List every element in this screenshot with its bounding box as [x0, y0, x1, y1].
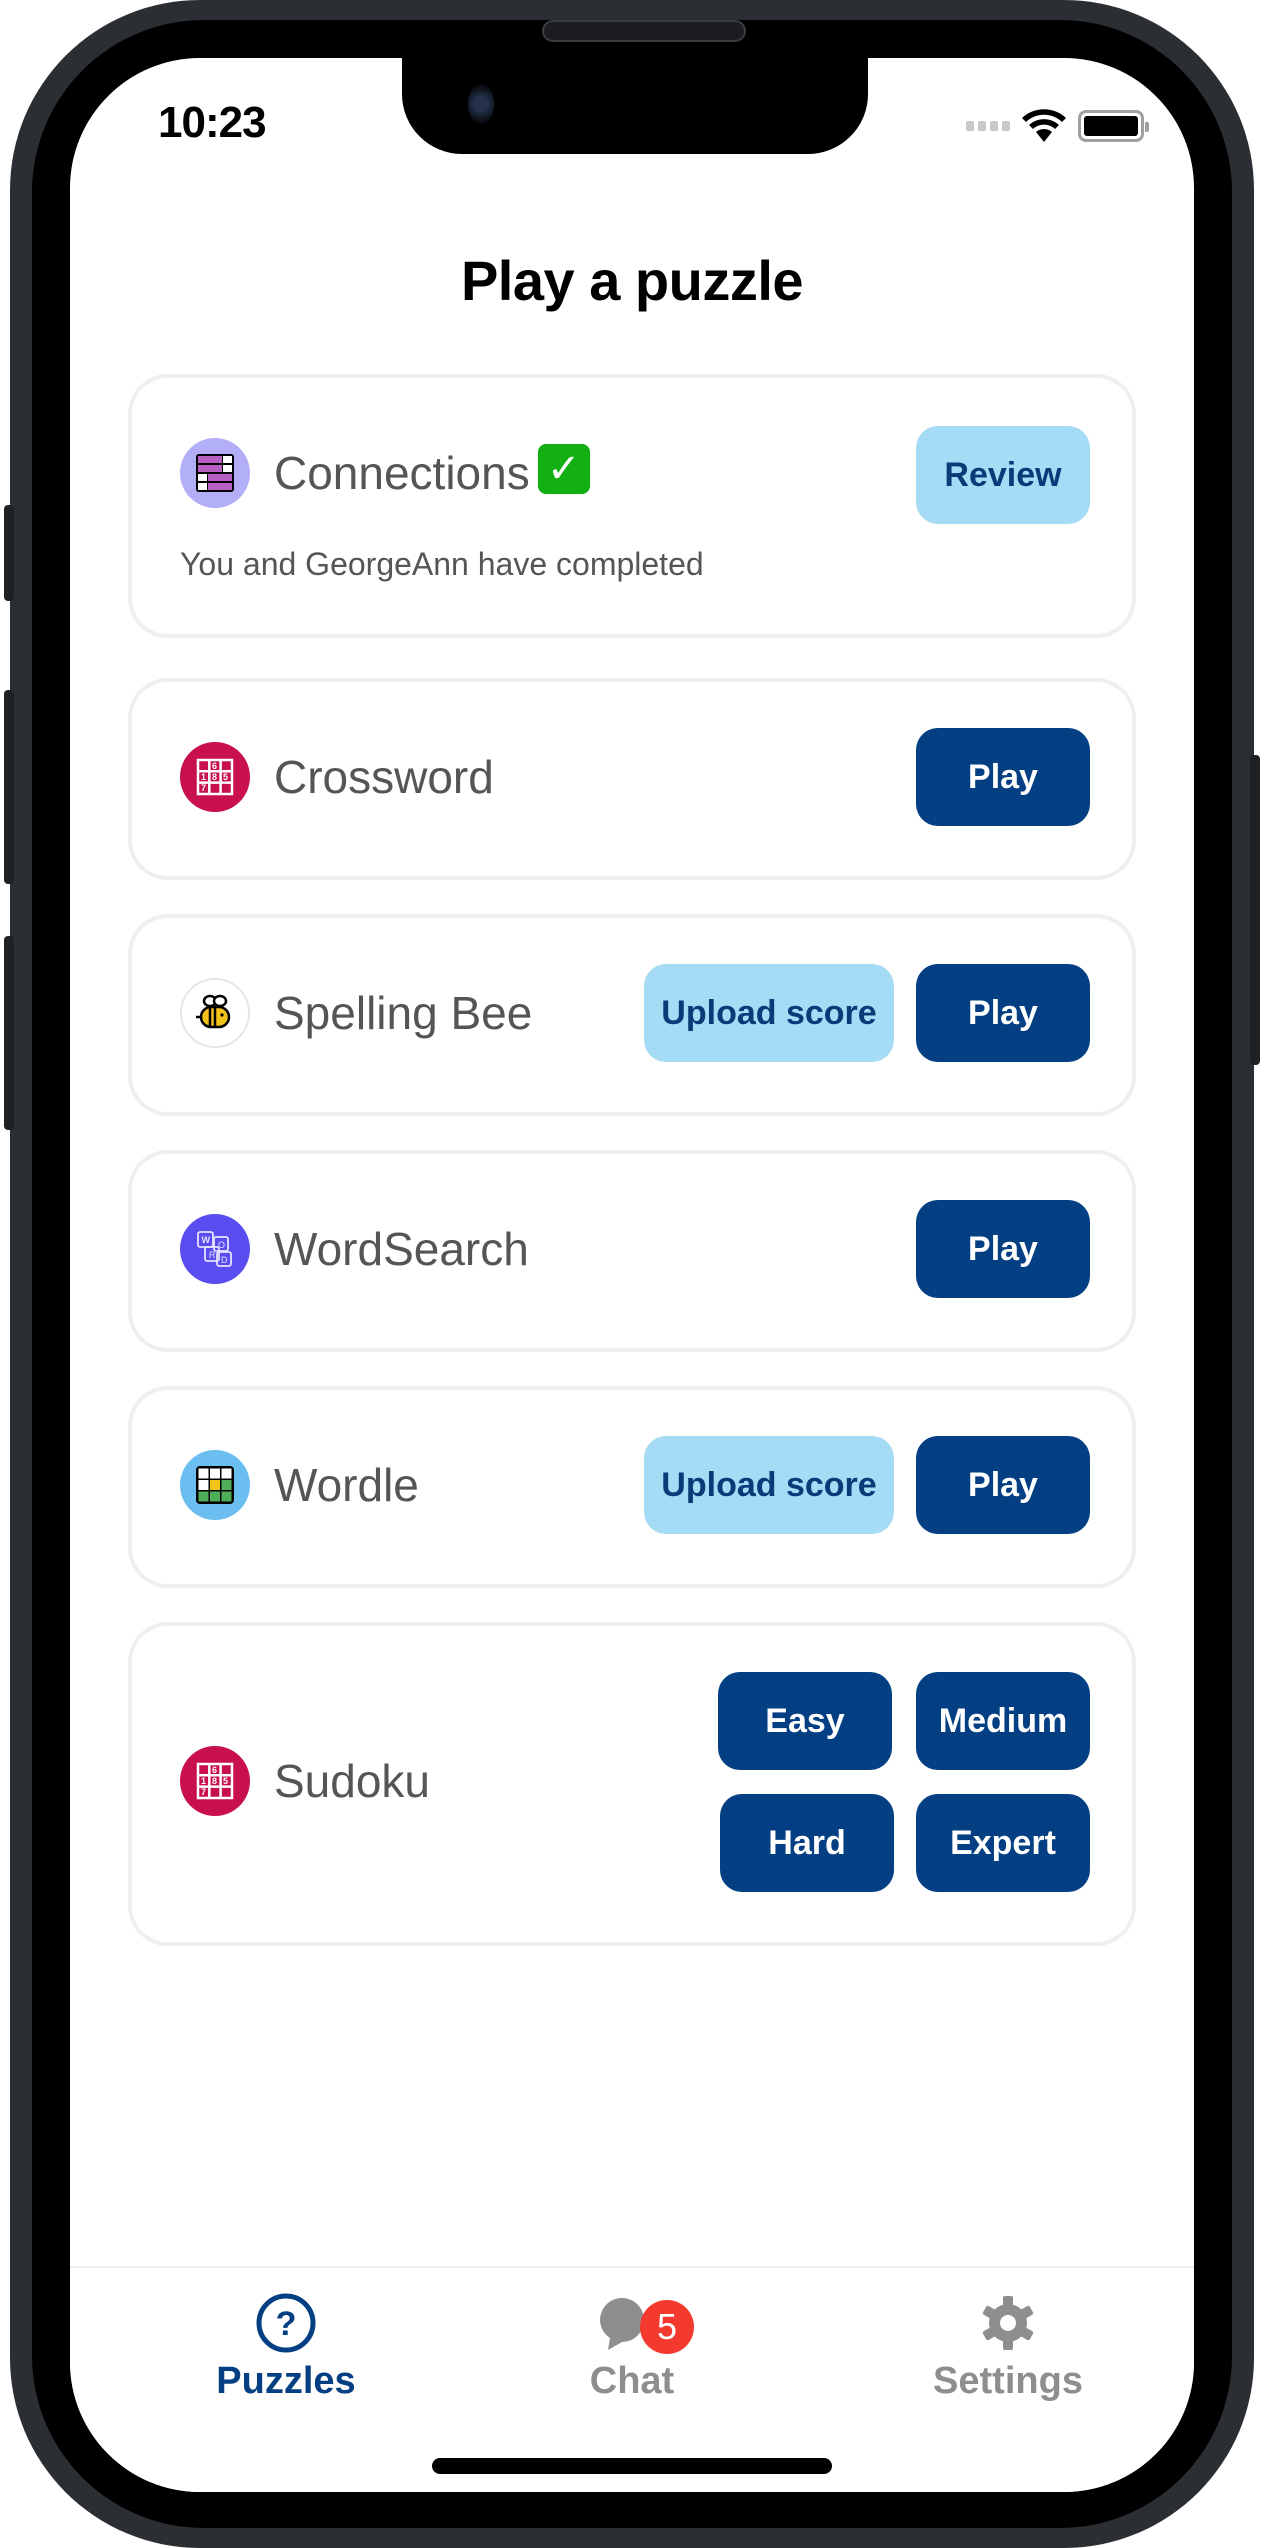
play-button[interactable]: Play: [916, 728, 1090, 826]
svg-text:O: O: [218, 1240, 225, 1250]
puzzle-card-connections: Connections ✓ You and GeorgeAnn have com…: [128, 374, 1136, 638]
puzzle-card-spelling-bee: Spelling Bee Upload score Play: [128, 914, 1136, 1116]
medium-button[interactable]: Medium: [916, 1672, 1090, 1770]
tab-label: Puzzles: [216, 2360, 356, 2402]
puzzle-name: WordSearch: [274, 1223, 529, 1275]
volume-down-button: [4, 936, 14, 1130]
completion-status: You and GeorgeAnn have completed: [180, 546, 704, 582]
unread-badge: 5: [640, 2300, 694, 2354]
screen: 10:23 Play a puzzle Connections ✓ You an…: [70, 58, 1194, 2492]
upload-score-button[interactable]: Upload score: [644, 1436, 894, 1534]
mute-switch: [4, 505, 14, 601]
status-time: 10:23: [158, 98, 267, 147]
play-button[interactable]: Play: [916, 1200, 1090, 1298]
tab-label: Settings: [933, 2360, 1083, 2402]
sudoku-grid-icon: 6 1 8 5 7: [180, 1746, 250, 1816]
play-button[interactable]: Play: [916, 964, 1090, 1062]
puzzle-card-crossword: 6 1 8 5 7 Crossword Play: [128, 678, 1136, 880]
review-button[interactable]: Review: [916, 426, 1090, 524]
wifi-icon: [1022, 109, 1066, 142]
puzzle-card-sudoku: 6 1 8 5 7 Sudoku Easy Medium Hard Expert: [128, 1622, 1136, 1946]
connections-grid-icon: [180, 438, 250, 508]
volume-up-button: [4, 690, 14, 884]
expert-button[interactable]: Expert: [916, 1794, 1090, 1892]
crossword-grid-icon: 6 1 8 5 7: [180, 742, 250, 812]
completed-check-icon: ✓: [537, 444, 590, 494]
gear-icon: [982, 2296, 1034, 2350]
svg-text:1: 1: [201, 1776, 206, 1786]
wordle-grid-icon: [180, 1450, 250, 1520]
svg-text:5: 5: [223, 1776, 228, 1786]
puzzle-name: Spelling Bee: [274, 987, 533, 1039]
notch: [402, 58, 868, 154]
tab-puzzles[interactable]: ? Puzzles: [186, 2292, 386, 2403]
home-indicator[interactable]: [432, 2458, 832, 2474]
battery-icon: [1078, 110, 1149, 142]
svg-text:R: R: [209, 1250, 216, 1260]
upload-score-button[interactable]: Upload score: [644, 964, 894, 1062]
puzzle-name: Wordle: [274, 1459, 419, 1511]
power-button: [1250, 755, 1260, 1065]
tab-settings[interactable]: Settings: [908, 2292, 1108, 2403]
svg-text:5: 5: [223, 772, 228, 782]
svg-text:8: 8: [212, 772, 217, 782]
svg-text:W: W: [202, 1235, 211, 1245]
status-icons: [966, 108, 1149, 144]
svg-text:?: ?: [276, 2305, 297, 2343]
puzzle-name: Sudoku: [274, 1755, 431, 1807]
puzzle-card-wordsearch: W O R D WordSearch Play: [128, 1150, 1136, 1352]
svg-text:6: 6: [212, 1765, 217, 1775]
question-circle-icon: ?: [256, 2293, 316, 2353]
earpiece-speaker: [542, 20, 746, 42]
svg-text:D: D: [221, 1255, 228, 1265]
svg-text:6: 6: [212, 761, 217, 771]
page-title: Play a puzzle: [460, 249, 804, 312]
cellular-signal-icon: [966, 121, 1010, 131]
play-button[interactable]: Play: [916, 1436, 1090, 1534]
hard-button[interactable]: Hard: [720, 1794, 894, 1892]
bee-icon: [180, 978, 250, 1048]
front-camera: [468, 84, 494, 124]
tab-label: Chat: [589, 2360, 675, 2402]
svg-text:1: 1: [201, 772, 206, 782]
svg-text:7: 7: [201, 783, 206, 793]
puzzle-card-wordle: Wordle Upload score Play: [128, 1386, 1136, 1588]
puzzle-name: Crossword: [274, 751, 494, 803]
word-tiles-icon: W O R D: [180, 1214, 250, 1284]
svg-text:7: 7: [201, 1787, 206, 1797]
easy-button[interactable]: Easy: [718, 1672, 892, 1770]
puzzle-name: Connections: [274, 447, 530, 499]
tab-chat[interactable]: 5 Chat: [532, 2292, 732, 2403]
svg-text:8: 8: [212, 1776, 217, 1786]
